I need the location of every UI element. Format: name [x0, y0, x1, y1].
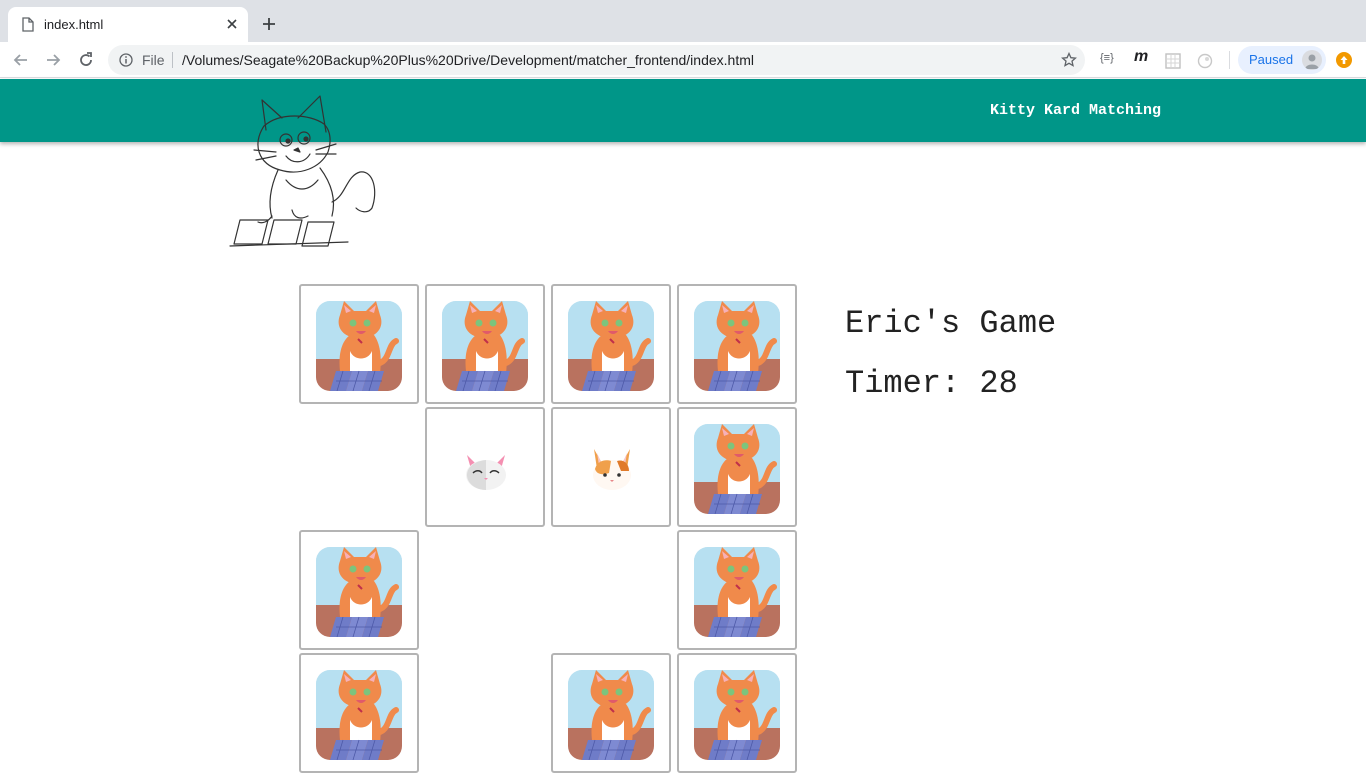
- circle-extension-icon[interactable]: [1197, 53, 1213, 69]
- card-hidden[interactable]: [551, 653, 671, 773]
- forward-arrow-icon[interactable]: [44, 51, 62, 69]
- m-extension-icon[interactable]: m: [1134, 48, 1148, 66]
- timer: Timer: 28: [845, 365, 1018, 402]
- kitty-card-back: [694, 301, 780, 391]
- cat-logo: [229, 95, 376, 247]
- reload-icon[interactable]: [77, 51, 95, 69]
- url-separator: [172, 52, 173, 68]
- calico-cat-face-icon: [593, 449, 631, 490]
- app-header: Kitty Kard Matching: [0, 79, 1366, 142]
- card-hidden[interactable]: [677, 653, 797, 773]
- document-icon: [22, 17, 34, 32]
- profile-button[interactable]: Paused: [1238, 46, 1326, 74]
- browser-tab-strip: index.html: [0, 0, 1366, 42]
- kitty-card-back: [694, 547, 780, 637]
- white-cat-face-icon: [466, 455, 506, 490]
- game-title: Eric's Game: [845, 305, 1057, 342]
- tab-title: index.html: [44, 17, 104, 32]
- card-hidden[interactable]: [677, 530, 797, 650]
- kitty-card-back: [694, 424, 780, 514]
- update-icon[interactable]: [1336, 52, 1352, 68]
- card-hidden[interactable]: [677, 407, 797, 527]
- kitty-card-back: [442, 301, 528, 391]
- browser-toolbar: File /Volumes/Seagate%20Backup%20Plus%20…: [0, 42, 1366, 78]
- person-icon: [1305, 54, 1319, 69]
- toolbar-divider: [1229, 51, 1230, 69]
- url-text[interactable]: /Volumes/Seagate%20Backup%20Plus%20Drive…: [182, 52, 754, 68]
- back-arrow-icon[interactable]: [12, 51, 30, 69]
- card-hidden[interactable]: [299, 530, 419, 650]
- json-extension-icon[interactable]: {≡}: [1100, 52, 1114, 70]
- kitty-card-back: [694, 670, 780, 760]
- close-icon[interactable]: [224, 16, 240, 32]
- kitty-card-back: [316, 301, 402, 391]
- profile-status: Paused: [1249, 52, 1294, 67]
- address-bar[interactable]: File /Volumes/Seagate%20Backup%20Plus%20…: [108, 45, 1085, 75]
- kitty-card-back: [316, 547, 402, 637]
- bookmark-star-icon[interactable]: [1061, 52, 1077, 68]
- kitty-card-back: [568, 670, 654, 760]
- grid-extension-icon[interactable]: [1165, 53, 1181, 69]
- card-hidden[interactable]: [551, 284, 671, 404]
- url-scheme: File: [142, 52, 165, 68]
- card-hidden[interactable]: [677, 284, 797, 404]
- app-title: Kitty Kard Matching: [990, 102, 1162, 119]
- card-hidden[interactable]: [425, 284, 545, 404]
- kitty-card-back: [568, 301, 654, 391]
- kitty-card-back: [316, 670, 402, 760]
- avatar: [1302, 50, 1322, 70]
- new-tab-icon[interactable]: [260, 15, 278, 33]
- info-icon[interactable]: [119, 53, 133, 67]
- card-revealed-white-cat[interactable]: [425, 407, 545, 527]
- card-hidden[interactable]: [299, 284, 419, 404]
- browser-tab[interactable]: index.html: [8, 7, 248, 42]
- card-hidden[interactable]: [299, 653, 419, 773]
- card-revealed-calico-cat[interactable]: [551, 407, 671, 527]
